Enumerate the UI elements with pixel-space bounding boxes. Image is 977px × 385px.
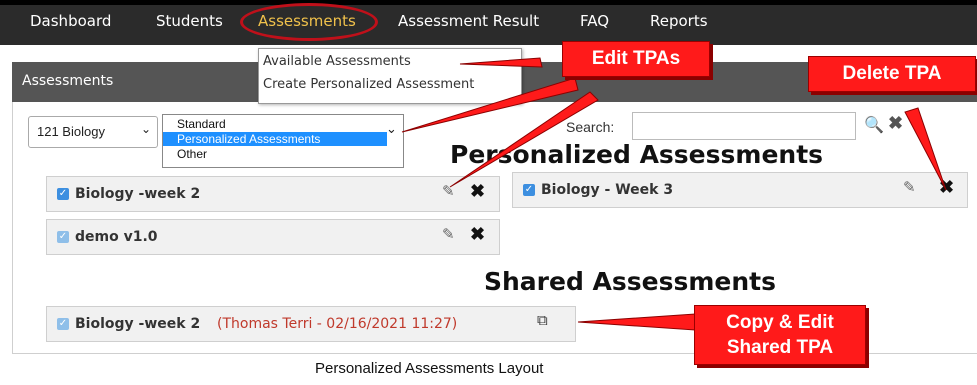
- arrow-edit: [449, 91, 599, 188]
- callout-delete-label: Delete TPA: [842, 63, 942, 84]
- callout-edit-label: Edit TPAs: [591, 48, 681, 69]
- callout-copy-line2: Shared TPA: [726, 337, 834, 358]
- callout-copy-line1: Copy & Edit: [726, 312, 834, 333]
- callout-copy-shared: Copy & Edit Shared TPA: [694, 305, 866, 365]
- arrow-available: [459, 57, 543, 68]
- callout-delete-tpa: Delete TPA: [808, 56, 976, 92]
- figure-caption: Personalized Assessments Layout: [315, 360, 544, 377]
- arrow-copy: [577, 313, 696, 331]
- callout-edit-tpas: Edit TPAs: [562, 41, 710, 77]
- arrow-delete: [904, 107, 947, 191]
